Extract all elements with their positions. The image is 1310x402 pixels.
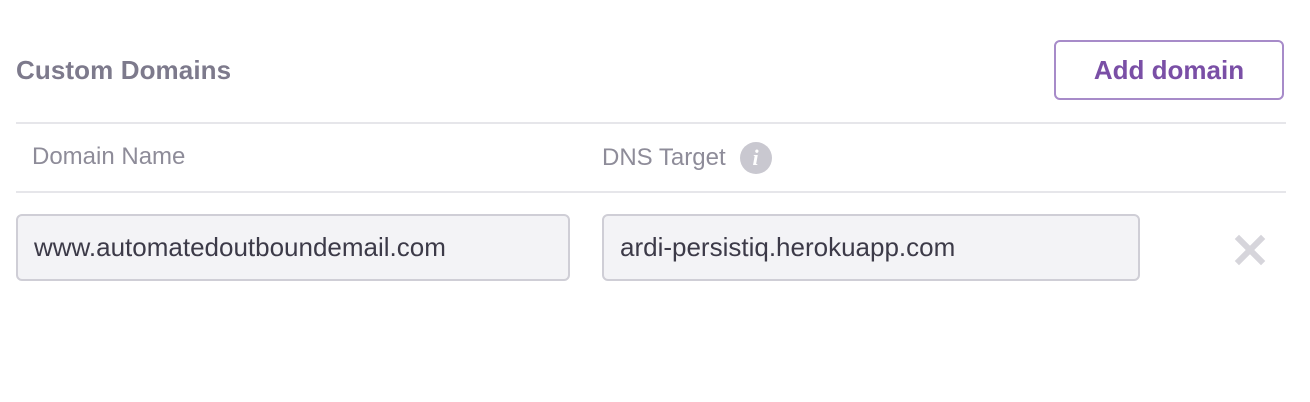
remove-domain-button[interactable]	[1228, 228, 1272, 272]
domain-name-field[interactable]	[16, 214, 570, 281]
add-domain-button[interactable]: Add domain	[1054, 40, 1284, 100]
info-icon[interactable]: i	[739, 142, 772, 174]
section-title: Custom Domains	[16, 55, 232, 85]
dns-target-field[interactable]	[602, 214, 1140, 281]
divider	[16, 191, 1286, 193]
column-header-label: DNS Target	[602, 144, 726, 171]
close-icon	[1234, 234, 1266, 266]
divider	[16, 122, 1286, 124]
column-header-label: Domain Name	[32, 143, 186, 170]
custom-domains-panel: Custom Domains Add domain Domain Name DN…	[0, 0, 1310, 402]
column-header-dns-target: DNS Target i	[602, 142, 772, 174]
column-header-domain-name: Domain Name	[32, 142, 185, 172]
